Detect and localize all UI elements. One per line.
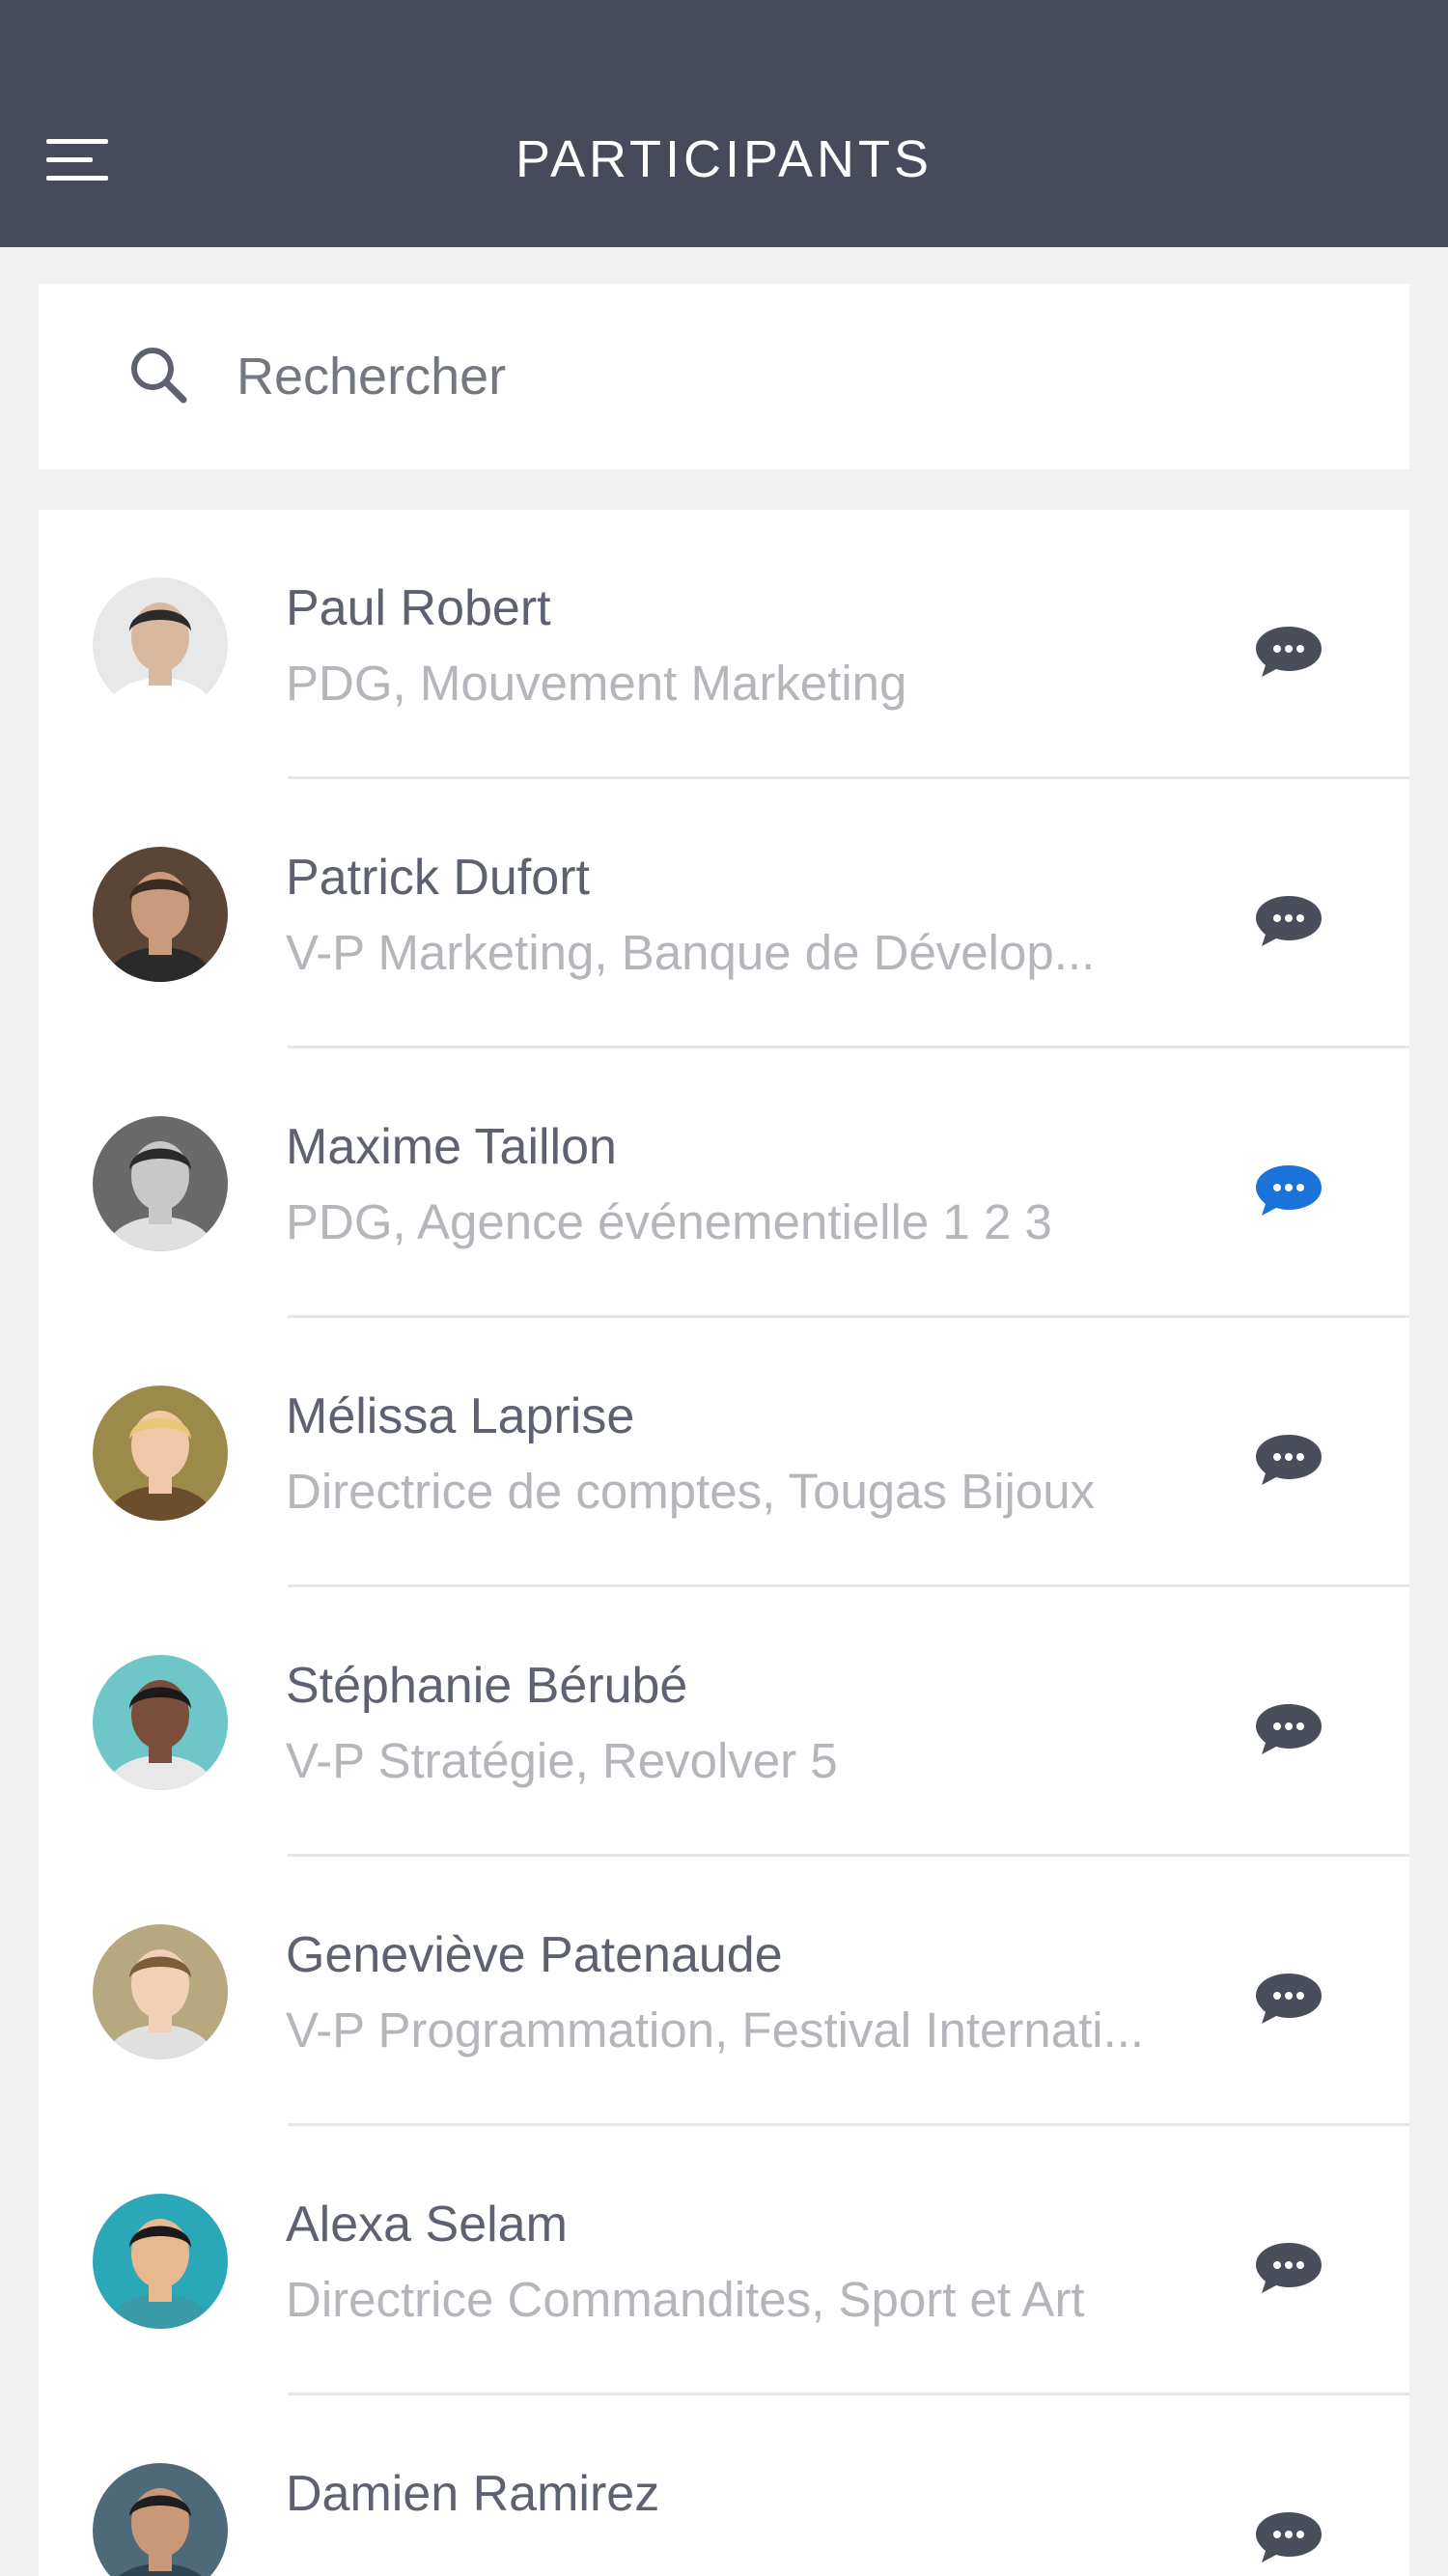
chat-bubble-icon[interactable] bbox=[1250, 2506, 1327, 2568]
participant-role: V-P Marketing, Banque de Dévelop... bbox=[286, 925, 1096, 980]
participant-row[interactable]: Mélissa Laprise Directrice de comptes, T… bbox=[39, 1318, 1409, 1587]
participant-role: Directrice de comptes, Tougas Bijoux bbox=[286, 1464, 1096, 1519]
participants-list: Paul Robert PDG, Mouvement Marketing Pat… bbox=[39, 510, 1409, 2576]
participant-row[interactable]: Alexa Selam Directrice Commandites, Spor… bbox=[39, 2126, 1409, 2395]
participant-row[interactable]: Maxime Taillon PDG, Agence événementiell… bbox=[39, 1049, 1409, 1318]
participant-name: Mélissa Laprise bbox=[286, 1388, 635, 1444]
chat-bubble-icon[interactable] bbox=[1250, 1968, 1327, 2030]
app-header: PARTICIPANTS bbox=[0, 0, 1448, 247]
participant-name: Stéphanie Bérubé bbox=[286, 1658, 688, 1714]
participant-row[interactable]: Paul Robert PDG, Mouvement Marketing bbox=[39, 510, 1409, 779]
participant-name: Damien Ramirez bbox=[286, 2466, 660, 2522]
chat-bubble-icon[interactable] bbox=[1250, 890, 1327, 952]
chat-bubble-icon[interactable] bbox=[1250, 621, 1327, 683]
participant-row[interactable]: Stéphanie Bérubé V-P Stratégie, Revolver… bbox=[39, 1587, 1409, 1857]
participant-row[interactable]: Geneviève Patenaude V-P Programmation, F… bbox=[39, 1857, 1409, 2126]
search-bar[interactable] bbox=[39, 284, 1409, 469]
avatar bbox=[93, 1116, 228, 1251]
participant-role: V-P Stratégie, Revolver 5 bbox=[286, 1733, 838, 1788]
chat-bubble-icon[interactable] bbox=[1250, 2237, 1327, 2299]
participant-name: Maxime Taillon bbox=[286, 1119, 617, 1175]
participant-role: V-P Programmation, Festival Internati... bbox=[286, 2002, 1145, 2058]
avatar bbox=[93, 1386, 228, 1521]
participant-row[interactable]: Patrick Dufort V-P Marketing, Banque de … bbox=[39, 779, 1409, 1049]
chat-bubble-icon[interactable] bbox=[1250, 1429, 1327, 1491]
page-title: PARTICIPANTS bbox=[515, 130, 933, 188]
participant-name: Patrick Dufort bbox=[286, 850, 590, 906]
avatar bbox=[93, 2463, 228, 2576]
avatar bbox=[93, 1655, 228, 1790]
participant-role: PDG, Agence événementielle 1 2 3 bbox=[286, 1194, 1052, 1249]
chat-bubble-icon[interactable] bbox=[1250, 1160, 1327, 1221]
participant-role: PDG, Mouvement Marketing bbox=[286, 656, 907, 711]
chat-bubble-icon[interactable] bbox=[1250, 1698, 1327, 1760]
avatar bbox=[93, 1924, 228, 2059]
participant-row[interactable]: Damien Ramirez bbox=[39, 2395, 1409, 2576]
participant-name: Paul Robert bbox=[286, 580, 551, 636]
search-icon bbox=[131, 348, 187, 404]
search-input[interactable] bbox=[237, 332, 1347, 421]
participant-name: Geneviève Patenaude bbox=[286, 1927, 783, 1983]
avatar bbox=[93, 847, 228, 982]
participant-name: Alexa Selam bbox=[286, 2197, 568, 2253]
avatar bbox=[93, 577, 228, 713]
avatar bbox=[93, 2194, 228, 2329]
participant-role: Directrice Commandites, Sport et Art bbox=[286, 2272, 1085, 2327]
